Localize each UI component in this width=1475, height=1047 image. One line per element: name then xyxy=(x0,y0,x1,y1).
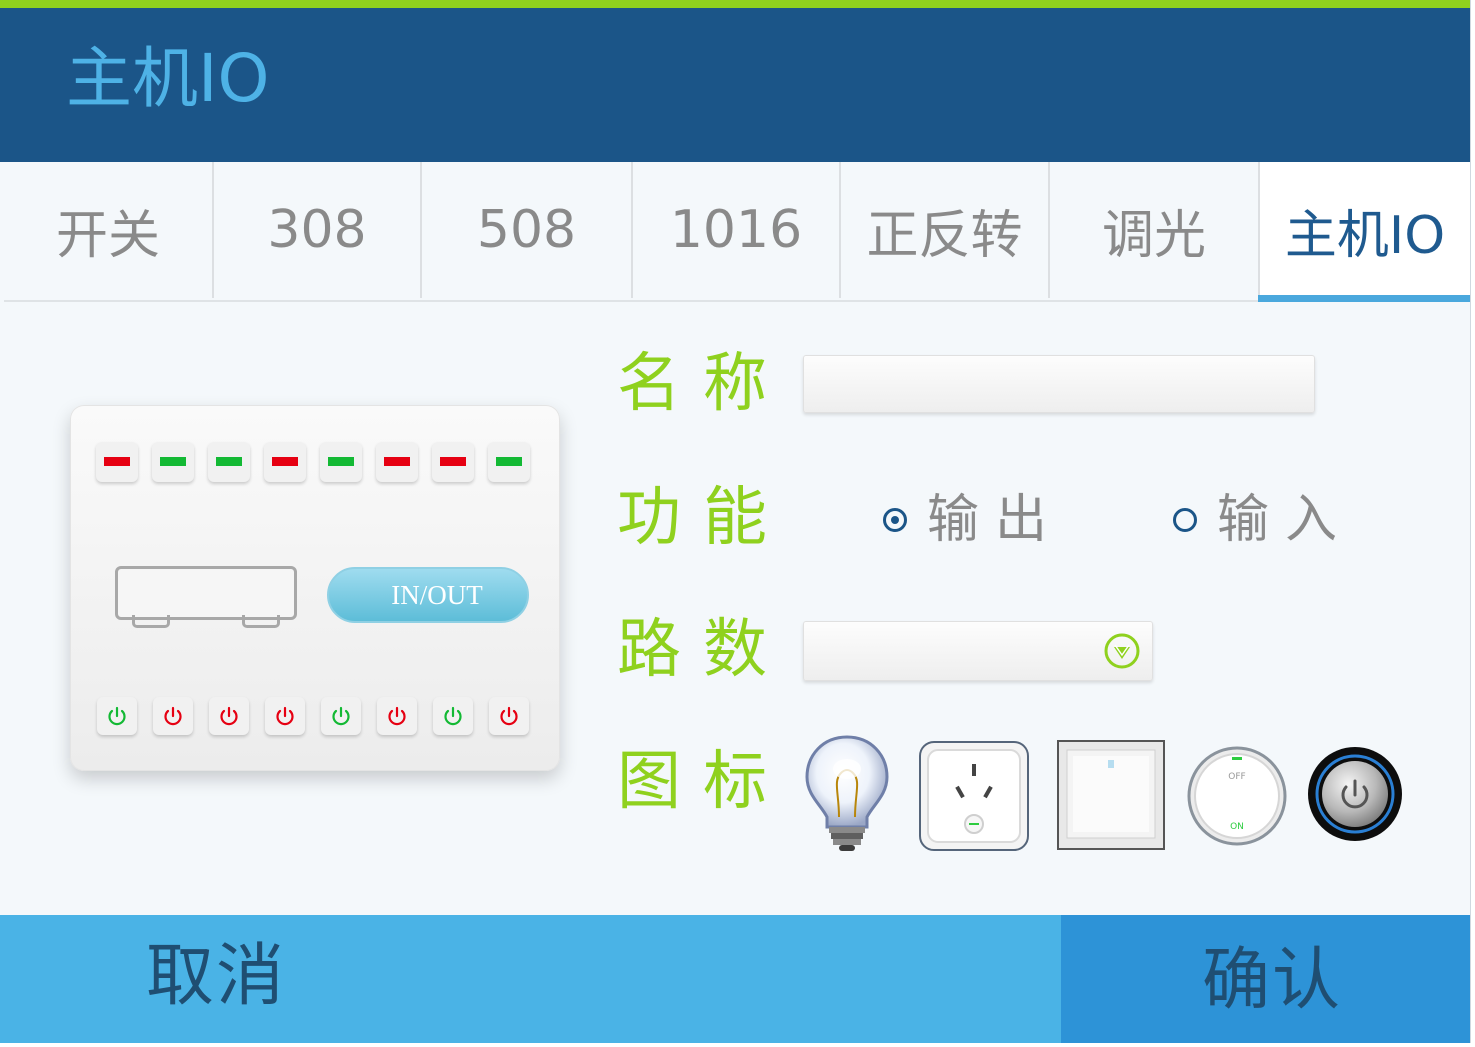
power-icon xyxy=(332,706,350,726)
led-light xyxy=(272,457,298,466)
led-indicator xyxy=(320,442,362,482)
name-label: 名称 xyxy=(617,347,789,421)
tab-switch[interactable]: 开关 xyxy=(4,162,212,298)
power-icon xyxy=(220,706,238,726)
icon-label: 图标 xyxy=(617,745,789,819)
power-icon xyxy=(500,706,518,726)
tab-forward-reverse[interactable]: 正反转 xyxy=(841,162,1048,298)
chevron-down-icon xyxy=(1104,633,1140,669)
power-knob-icon[interactable] xyxy=(1306,745,1404,843)
cancel-button[interactable]: 取消 xyxy=(0,915,1061,1043)
page-title: 主机IO xyxy=(66,40,270,117)
radio-output[interactable]: 输出 xyxy=(883,494,1063,546)
tab-dimmer[interactable]: 调光 xyxy=(1050,162,1258,298)
active-tab-indicator xyxy=(1258,295,1470,302)
channel-count-label: 路数 xyxy=(617,613,789,687)
power-icon xyxy=(388,706,406,726)
cancel-button-label: 取消 xyxy=(146,937,287,1016)
channel-power-button[interactable] xyxy=(153,697,193,735)
led-light xyxy=(496,457,522,466)
channel-power-button[interactable] xyxy=(489,697,529,735)
channel-power-button[interactable] xyxy=(433,697,473,735)
led-indicator xyxy=(488,442,530,482)
radio-input[interactable]: 输入 xyxy=(1173,494,1353,546)
led-light xyxy=(328,457,354,466)
radio-input-label: 输入 xyxy=(1217,490,1354,550)
led-indicator xyxy=(376,442,418,482)
radio-selected-icon xyxy=(883,508,907,532)
radio-unselected-icon xyxy=(1173,508,1197,532)
power-icon xyxy=(108,706,126,726)
led-indicator xyxy=(208,442,250,482)
channel-power-button[interactable] xyxy=(377,697,417,735)
tab-508[interactable]: 508 xyxy=(422,162,631,298)
channel-power-button[interactable] xyxy=(265,697,305,735)
header-bar: 主机IO xyxy=(0,8,1470,162)
power-icon xyxy=(444,706,462,726)
name-input[interactable] xyxy=(803,355,1315,413)
wall-switch-icon[interactable] xyxy=(1057,740,1165,850)
tab-1016[interactable]: 1016 xyxy=(633,162,839,298)
led-indicator xyxy=(432,442,474,482)
led-light xyxy=(440,457,466,466)
light-bulb-icon[interactable] xyxy=(803,733,891,853)
tab-host-io[interactable]: 主机IO xyxy=(1260,162,1470,298)
led-indicator xyxy=(152,442,194,482)
svg-text:OFF: OFF xyxy=(1228,772,1245,782)
tab-bar: 开关 308 508 1016 正反转 调光 主机IO xyxy=(4,162,1470,302)
top-accent-line xyxy=(0,0,1470,8)
led-light xyxy=(160,457,186,466)
tab-308[interactable]: 308 xyxy=(214,162,420,298)
channel-power-button[interactable] xyxy=(321,697,361,735)
radio-output-label: 输出 xyxy=(927,490,1064,550)
svg-text:ON: ON xyxy=(1230,822,1244,832)
in-out-button[interactable]: IN/OUT xyxy=(327,567,529,623)
led-light xyxy=(104,457,130,466)
function-label: 功能 xyxy=(617,481,789,555)
led-light xyxy=(384,457,410,466)
confirm-button-label: 确认 xyxy=(1202,941,1343,1020)
device-foot xyxy=(242,615,280,628)
power-icon xyxy=(276,706,294,726)
device-display xyxy=(115,566,297,620)
led-indicator xyxy=(96,442,138,482)
power-icon xyxy=(164,706,182,726)
io-module-device: IN/OUT xyxy=(70,405,560,771)
led-light xyxy=(216,457,242,466)
channel-power-button[interactable] xyxy=(209,697,249,735)
off-on-toggle-icon[interactable]: OFF ON xyxy=(1186,745,1288,847)
power-socket-icon[interactable] xyxy=(918,740,1030,852)
channel-power-button[interactable] xyxy=(97,697,137,735)
device-foot xyxy=(132,615,170,628)
led-indicator xyxy=(264,442,306,482)
confirm-button[interactable]: 确认 xyxy=(1061,915,1470,1043)
channel-count-select[interactable] xyxy=(803,621,1153,681)
